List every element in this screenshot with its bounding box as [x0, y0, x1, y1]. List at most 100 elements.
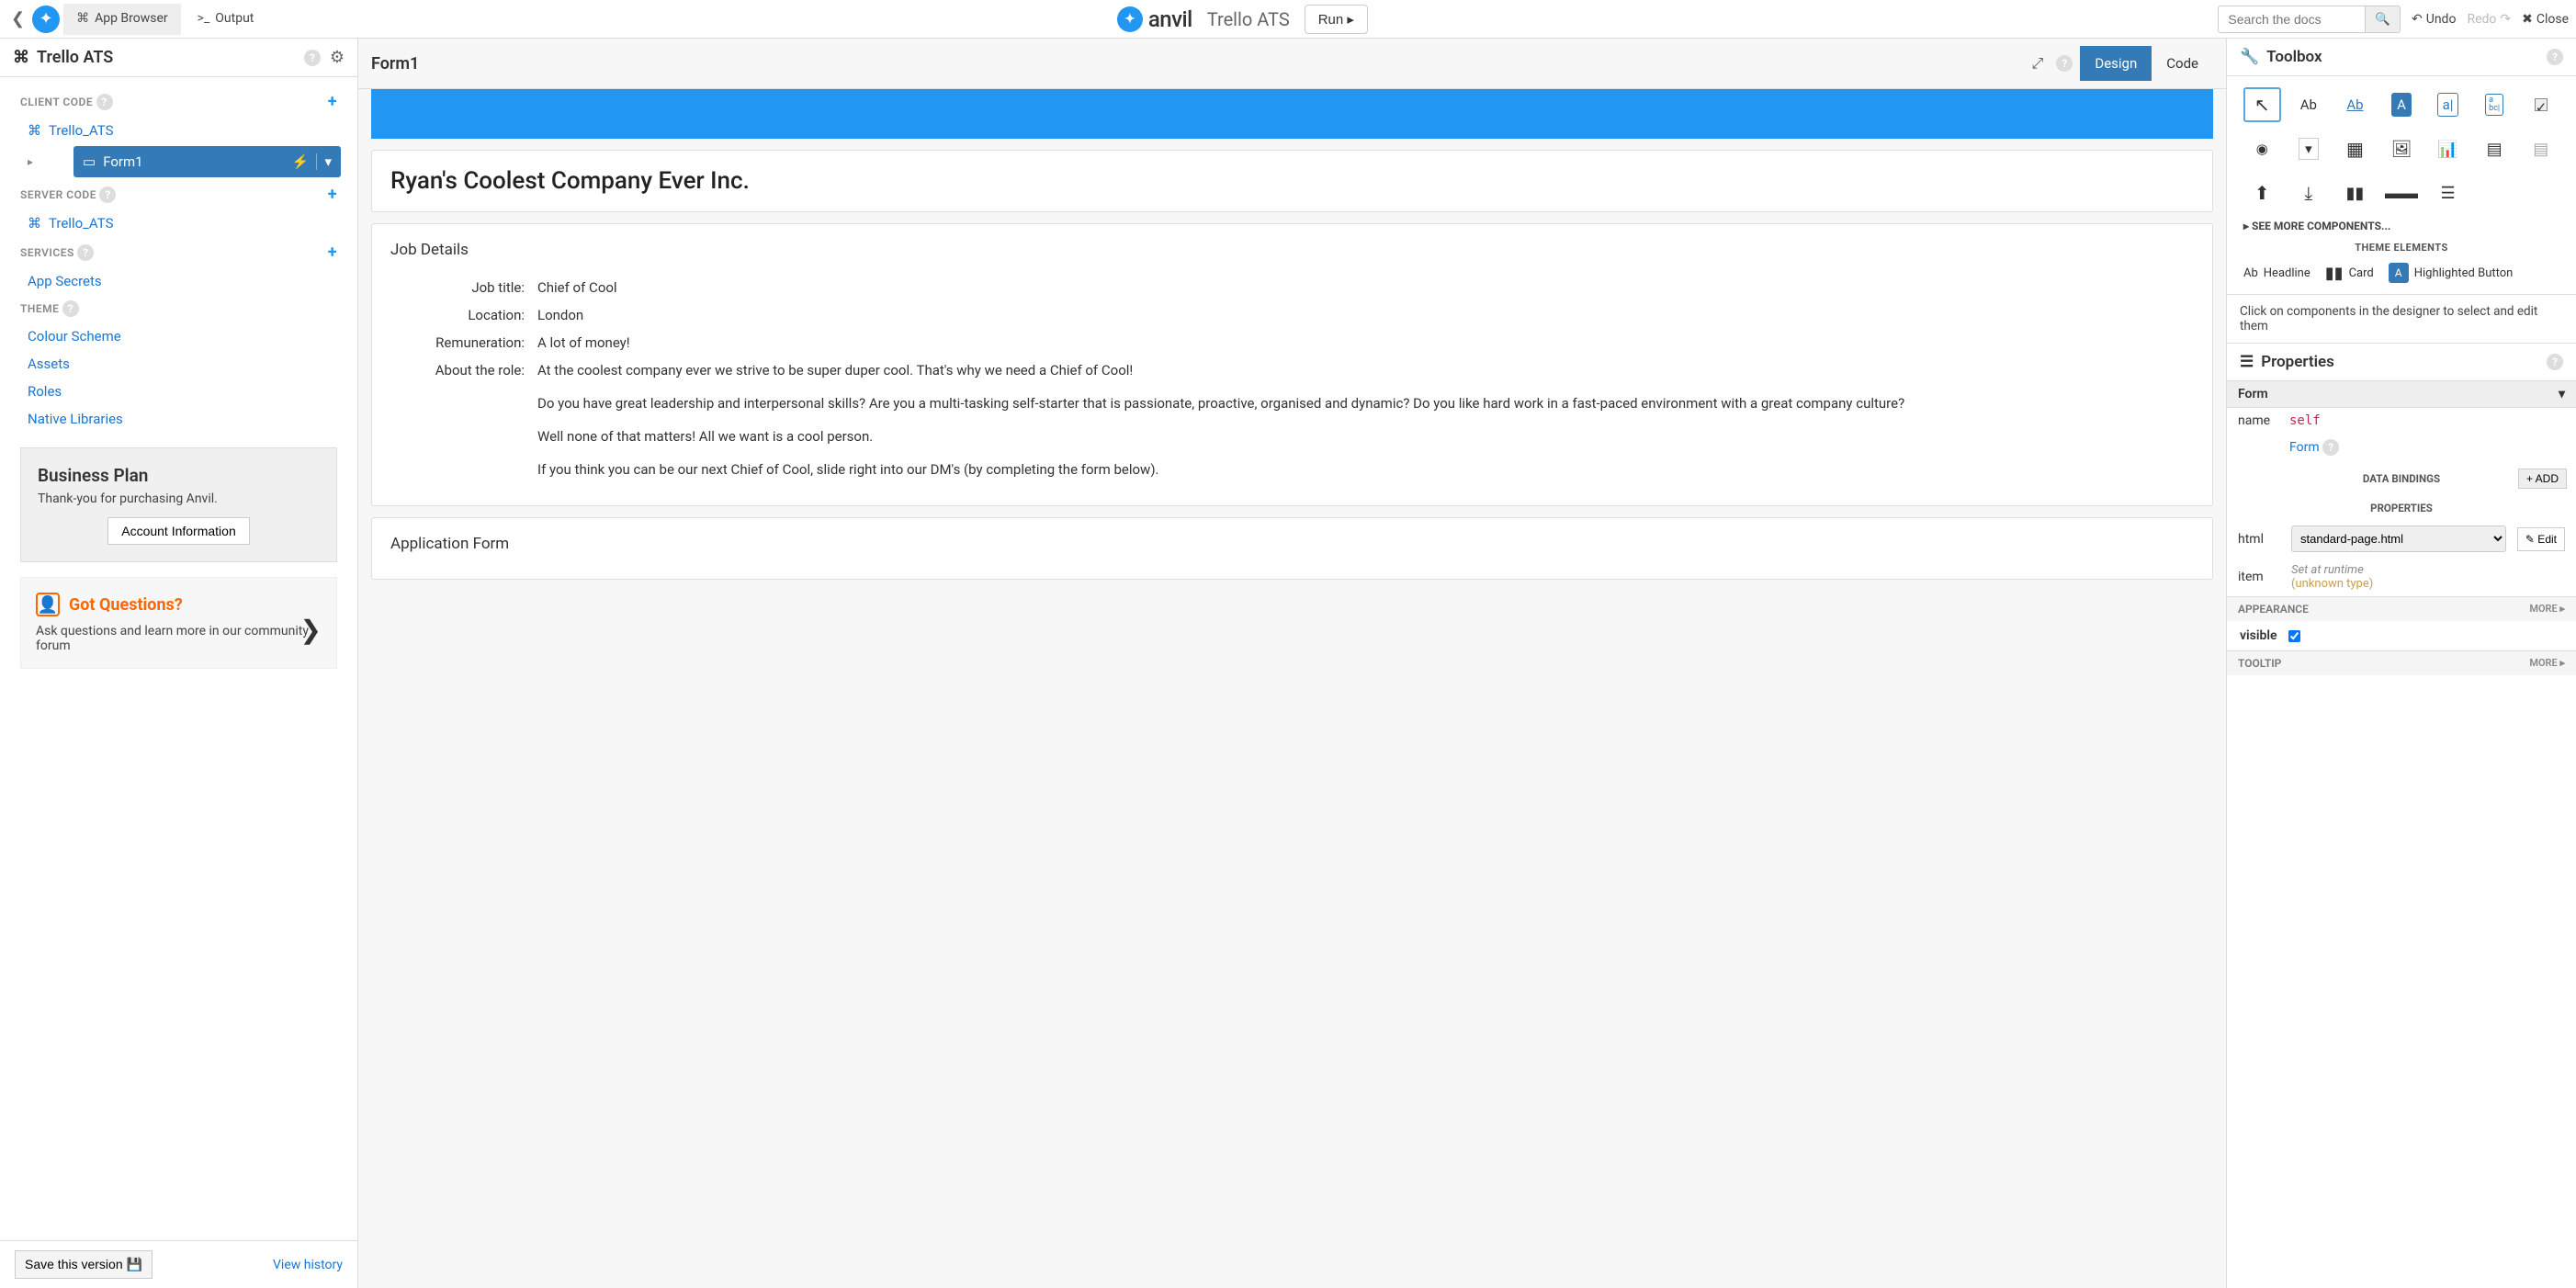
job-title-label: Job title: — [390, 279, 537, 296]
sidebar-foot: Save this version 💾 View history — [0, 1240, 357, 1288]
grid-icon: ▤ — [2487, 140, 2503, 159]
sidebar-item-trello-ats-server[interactable]: ⌘ Trello_ATS — [0, 209, 357, 237]
brand-text: anvil — [1148, 6, 1192, 32]
sidebar-item-app-secrets[interactable]: App Secrets — [0, 267, 357, 295]
help-icon[interactable]: ? — [2322, 439, 2339, 456]
column-panel-tool[interactable]: ▮▮ — [2336, 175, 2374, 210]
html-select[interactable]: standard-page.html — [2291, 525, 2506, 552]
anvil-logo-icon[interactable]: ✦ — [32, 6, 60, 33]
output-tab[interactable]: >_ Output — [185, 4, 267, 35]
tooltip-section[interactable]: TOOLTIP MORE ▸ — [2227, 650, 2576, 675]
designer-head: Form1 ⤢ ? Design Code — [358, 39, 2226, 89]
search-input[interactable] — [2218, 6, 2365, 33]
datepicker-tool[interactable]: ▦ — [2336, 131, 2374, 166]
lightning-icon[interactable]: ⚡ — [292, 153, 310, 170]
see-more-components[interactable]: ▸ SEE MORE COMPONENTS... — [2227, 214, 2576, 238]
topbar-right: 🔍 ↶Undo Redo↷ ✖ Close — [2218, 6, 2569, 33]
flow-panel-tool[interactable]: ▬▬ — [2383, 175, 2421, 210]
button-tool[interactable]: A — [2383, 87, 2421, 122]
help-icon[interactable]: ? — [2056, 55, 2073, 72]
brand: ✦ anvil — [1117, 6, 1192, 32]
flow-icon: ▬▬ — [2385, 184, 2418, 203]
pointer-tool[interactable]: ↖ — [2243, 87, 2281, 122]
sidebar-item-form1[interactable]: ▭ Form1 ⚡ ▾ — [73, 146, 341, 177]
plan-card: Business Plan Thank-you for purchasing A… — [20, 447, 337, 562]
add-service-button[interactable]: + — [328, 243, 337, 262]
textbox-tool[interactable]: a| — [2429, 87, 2467, 122]
account-info-button[interactable]: Account Information — [107, 517, 250, 545]
linear-panel-tool[interactable]: ☰ — [2429, 175, 2467, 210]
canvas[interactable]: Ryan's Coolest Company Ever Inc. Job Det… — [358, 89, 2226, 1288]
help-icon[interactable]: ? — [96, 94, 113, 110]
undo-button[interactable]: ↶Undo — [2412, 12, 2456, 27]
expand-arrow-icon[interactable]: ▸ — [0, 155, 33, 168]
application-form-card[interactable]: Application Form — [371, 517, 2213, 580]
chevron-down-icon[interactable]: ▾ — [316, 153, 332, 170]
sidebar-item-roles[interactable]: Roles — [0, 378, 357, 405]
job-details-heading: Job Details — [390, 241, 2194, 259]
link-tool[interactable]: Ab — [2336, 87, 2374, 122]
form-link[interactable]: Form ? — [2238, 439, 2339, 456]
search-button[interactable]: 🔍 — [2365, 6, 2401, 33]
close-icon: ✖ — [2522, 12, 2533, 27]
more-link[interactable]: MORE ▸ — [2529, 657, 2565, 670]
run-button[interactable]: Run ▸ — [1305, 5, 1368, 34]
sidebar-item-native-libraries[interactable]: Native Libraries — [0, 405, 357, 433]
help-icon[interactable]: ? — [2547, 49, 2563, 65]
company-name: Ryan's Coolest Company Ever Inc. — [390, 167, 2194, 195]
save-version-button[interactable]: Save this version 💾 — [15, 1250, 153, 1279]
theme-headline[interactable]: AbHeadline — [2243, 266, 2310, 280]
radio-tool[interactable]: ◉ — [2243, 131, 2281, 166]
add-binding-button[interactable]: + ADD — [2518, 469, 2567, 489]
form-header[interactable]: Form ▾ — [2227, 381, 2576, 408]
server-code-header: SERVER CODE ? + — [0, 179, 357, 209]
view-history-link[interactable]: View history — [273, 1258, 343, 1272]
image-tool[interactable]: 🖼 — [2383, 131, 2421, 166]
close-button[interactable]: ✖ Close — [2522, 12, 2569, 27]
questions-subtitle: Ask questions and learn more in our comm… — [36, 624, 322, 653]
add-server-code-button[interactable]: + — [328, 185, 337, 204]
back-button[interactable]: ❮ — [7, 6, 28, 32]
gear-icon[interactable]: ⚙ — [330, 48, 345, 67]
redo-button[interactable]: Redo↷ — [2467, 12, 2511, 27]
theme-card[interactable]: ▮▮Card — [2325, 264, 2374, 283]
sidebar-item-assets[interactable]: Assets — [0, 350, 357, 378]
download-tool[interactable]: ⤓ — [2290, 175, 2328, 210]
app-browser-tab[interactable]: ⌘ App Browser — [63, 4, 181, 35]
sidebar-item-colour-scheme[interactable]: Colour Scheme — [0, 322, 357, 350]
repeating-panel-tool[interactable]: ▤ — [2522, 131, 2559, 166]
job-details-card[interactable]: Job Details Job title: Chief of Cool Loc… — [371, 223, 2213, 506]
redo-icon: ↷ — [2500, 12, 2511, 27]
textarea-tool[interactable]: abc| — [2476, 87, 2514, 122]
link-icon: Ab — [2346, 96, 2363, 113]
designer-panel: Form1 ⤢ ? Design Code Ryan's Coolest Com… — [358, 39, 2227, 1288]
edit-html-button[interactable]: ✎ Edit — [2517, 527, 2565, 551]
app-header-bar[interactable] — [371, 89, 2213, 139]
more-link[interactable]: MORE ▸ — [2529, 603, 2565, 616]
rows-icon: ▤ — [2533, 140, 2548, 159]
company-card[interactable]: Ryan's Coolest Company Ever Inc. — [371, 150, 2213, 212]
questions-card[interactable]: 👤 Got Questions? Ask questions and learn… — [20, 577, 337, 669]
help-icon[interactable]: ? — [2547, 354, 2563, 370]
help-icon[interactable]: ? — [304, 50, 321, 66]
label-tool[interactable]: Ab — [2290, 87, 2328, 122]
help-icon[interactable]: ? — [99, 186, 116, 203]
design-tab[interactable]: Design — [2080, 46, 2152, 81]
expand-icon[interactable]: ⤢ — [2027, 49, 2050, 78]
help-icon[interactable]: ? — [62, 300, 79, 317]
help-icon[interactable]: ? — [77, 244, 94, 261]
code-tab[interactable]: Code — [2152, 46, 2213, 81]
plan-subtitle: Thank-you for purchasing Anvil. — [38, 491, 320, 506]
module-icon: ⌘ — [76, 11, 89, 26]
plot-tool[interactable]: 📊 — [2429, 131, 2467, 166]
checkbox-tool[interactable]: ✓ — [2522, 87, 2559, 122]
sidebar-item-trello-ats-client[interactable]: ⌘ Trello_ATS — [0, 117, 357, 144]
image-icon: 🖼 — [2391, 140, 2412, 159]
theme-highlighted-button[interactable]: AHighlighted Button — [2389, 263, 2514, 283]
datagrid-tool[interactable]: ▤ — [2476, 131, 2514, 166]
visible-checkbox[interactable] — [2288, 630, 2300, 642]
dropdown-tool[interactable]: ▾ — [2290, 131, 2328, 166]
appearance-section[interactable]: APPEARANCE MORE ▸ — [2227, 596, 2576, 621]
upload-tool[interactable]: ⬆ — [2243, 175, 2281, 210]
add-client-code-button[interactable]: + — [328, 92, 337, 111]
